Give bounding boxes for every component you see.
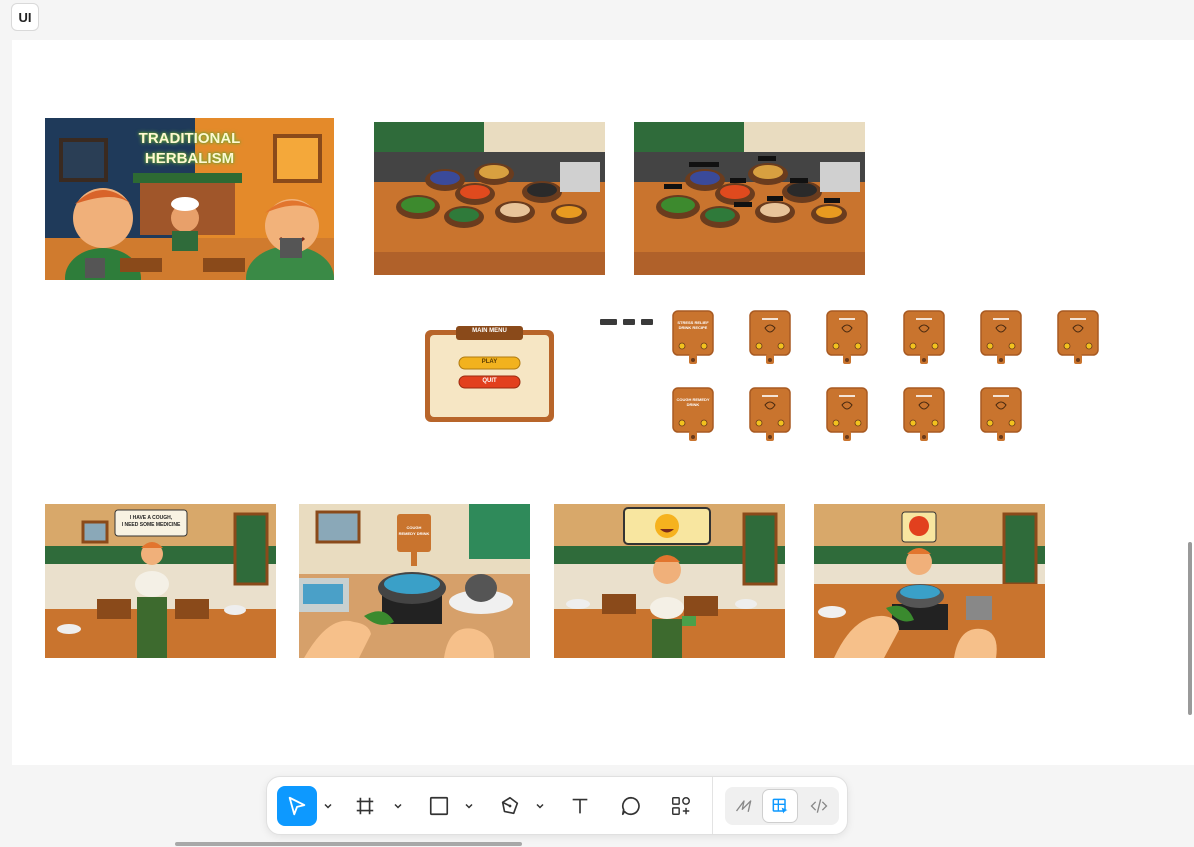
ui-frame-label[interactable]: UI [11, 3, 39, 31]
actions-icon [672, 797, 690, 815]
actions-tool-button[interactable] [669, 794, 693, 818]
label-chip[interactable] [600, 319, 617, 325]
recipe-card-title: STRESS RELIEF DRINK RECIPE [677, 320, 709, 330]
chevron-down-icon [465, 803, 473, 809]
recipe-card[interactable] [824, 385, 870, 443]
shape-tool-button[interactable] [427, 794, 451, 818]
chevron-down-icon [324, 803, 332, 809]
ingredient-table-labeled-thumbnail[interactable] [634, 122, 865, 275]
label-chip[interactable] [641, 319, 653, 325]
draw-icon [735, 800, 752, 812]
text-tool-button[interactable] [568, 794, 592, 818]
paddle-card-icon [980, 387, 1022, 441]
customer-scene-thumbnail[interactable]: I HAVE A COUGH, I NEED SOME MEDICINE [45, 504, 276, 658]
recipe-card[interactable]: COUGH REMEDY DRINK [670, 385, 716, 443]
bottom-toolbar [266, 776, 848, 835]
vertical-scrollbar[interactable] [1188, 542, 1192, 715]
hero-title-line-1: TRADITIONAL [138, 130, 241, 147]
chevron-down-icon [394, 803, 402, 809]
recipe-card[interactable]: STRESS RELIEF DRINK RECIPE [670, 308, 716, 366]
comment-icon [621, 796, 640, 816]
chevron-down-icon [536, 803, 544, 809]
main-menu-title: MAIN MENU [472, 328, 507, 334]
title-screen-thumbnail[interactable]: TRADITIONAL HERBALISM [45, 118, 334, 280]
code-icon [810, 799, 828, 813]
paddle-card-icon [672, 387, 714, 441]
pen-tool-button[interactable] [498, 794, 522, 818]
recipe-card[interactable] [1055, 308, 1101, 366]
recipe-card[interactable] [901, 308, 947, 366]
rectangle-icon [429, 796, 449, 816]
main-menu-panel[interactable]: MAIN MENU PLAY QUIT [424, 326, 555, 423]
cooking-card-line-2: REMEDY DRINK [398, 531, 430, 536]
recipe-card[interactable] [901, 385, 947, 443]
paddle-card-icon [903, 310, 945, 364]
paddle-card-icon [826, 387, 868, 441]
paddle-card-icon [1057, 310, 1099, 364]
paddle-card-icon [980, 310, 1022, 364]
recipe-card[interactable] [747, 385, 793, 443]
cursor-icon [288, 796, 306, 816]
move-tool-button[interactable] [277, 786, 317, 826]
ingredient-table-thumbnail[interactable] [374, 122, 605, 275]
frame-tool-button[interactable] [353, 794, 377, 818]
happy-customer-scene-thumbnail[interactable] [554, 504, 785, 658]
text-icon [572, 798, 588, 814]
frame-tool-dropdown[interactable] [391, 796, 405, 816]
angry-customer-scene-thumbnail[interactable] [814, 504, 1045, 658]
hero-title-line-2: HERBALISM [144, 150, 235, 167]
paddle-card-icon [826, 310, 868, 364]
toolbar-divider [712, 777, 713, 834]
horizontal-scrollbar[interactable] [175, 842, 522, 846]
recipe-card[interactable] [824, 308, 870, 366]
pen-tool-dropdown[interactable] [533, 796, 547, 816]
paddle-card-icon [672, 310, 714, 364]
dev-mode-button[interactable] [806, 793, 832, 819]
design-mode-icon [772, 798, 788, 814]
cooking-card-line-1: COUGH [406, 525, 422, 530]
recipe-card-title: COUGH REMEDY DRINK [676, 397, 710, 407]
customer-speech-line-2: I NEED SOME MEDICINE [121, 522, 181, 528]
paddle-card-icon [749, 387, 791, 441]
quit-button[interactable]: QUIT [459, 378, 520, 384]
comment-tool-button[interactable] [619, 794, 643, 818]
frame-icon [356, 797, 374, 815]
pen-icon [501, 796, 519, 815]
recipe-card[interactable] [978, 308, 1024, 366]
cooking-scene-thumbnail[interactable]: COUGH REMEDY DRINK [299, 504, 530, 658]
move-tool-dropdown[interactable] [321, 796, 335, 816]
paddle-card-icon [749, 310, 791, 364]
recipe-card[interactable] [978, 385, 1024, 443]
design-mode-button[interactable] [762, 789, 798, 823]
draw-mode-button[interactable] [731, 793, 757, 819]
recipe-card[interactable] [747, 308, 793, 366]
paddle-card-icon [903, 387, 945, 441]
label-chip[interactable] [623, 319, 635, 325]
customer-speech-line-1: I HAVE A COUGH, [129, 515, 173, 521]
shape-tool-dropdown[interactable] [462, 796, 476, 816]
play-button[interactable]: PLAY [459, 359, 520, 365]
